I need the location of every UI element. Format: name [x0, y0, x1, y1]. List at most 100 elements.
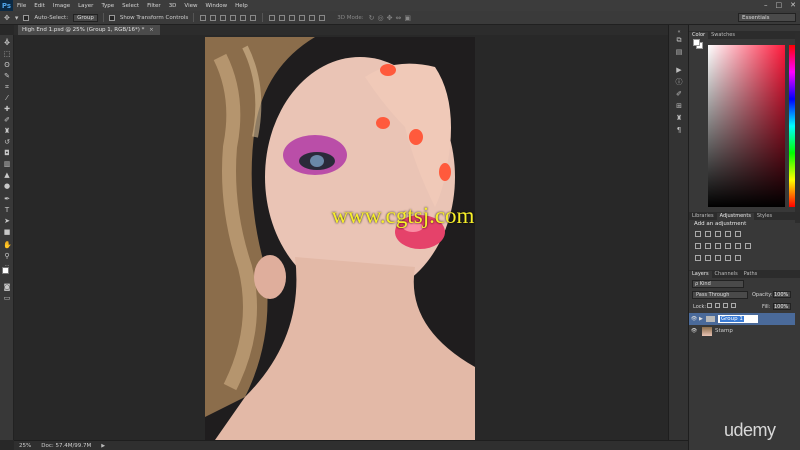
color-balance-icon[interactable]	[705, 243, 711, 249]
distribute-hcenter-icon[interactable]	[309, 14, 316, 21]
eyedropper-tool-icon[interactable]: ⁄	[3, 94, 11, 102]
path-select-tool-icon[interactable]: ➤	[3, 217, 11, 225]
close-tab-icon[interactable]: ×	[149, 27, 154, 33]
lock-position-icon[interactable]	[723, 303, 728, 308]
tab-swatches[interactable]: Swatches	[708, 32, 738, 39]
crop-tool-icon[interactable]: ⌗	[3, 83, 11, 91]
rectangle-tool-icon[interactable]: ■	[3, 228, 11, 236]
tab-styles[interactable]: Styles	[754, 213, 775, 220]
exposure-icon[interactable]	[725, 231, 731, 237]
invert-icon[interactable]	[695, 255, 701, 261]
screen-mode-icon[interactable]: ▭	[3, 294, 11, 302]
gradient-tool-icon[interactable]: ▥	[3, 160, 11, 168]
maximize-button[interactable]: □	[776, 1, 783, 9]
3d-slide-icon[interactable]: ⇔	[395, 14, 401, 22]
menu-select[interactable]: Select	[118, 3, 143, 9]
lock-all-icon[interactable]	[731, 303, 736, 308]
move-tool-icon[interactable]: ✥	[4, 14, 10, 22]
chevron-down-icon[interactable]: ▾	[15, 14, 19, 22]
channel-mixer-icon[interactable]	[735, 243, 741, 249]
dodge-tool-icon[interactable]: ●	[3, 182, 11, 190]
3d-roll-icon[interactable]: ◎	[377, 14, 383, 22]
lasso-tool-icon[interactable]: ʘ	[3, 61, 11, 69]
menu-edit[interactable]: Edit	[30, 3, 49, 9]
quick-select-tool-icon[interactable]: ✎	[3, 72, 11, 80]
color-picker-field[interactable]	[708, 45, 785, 207]
auto-select-checkbox[interactable]	[23, 14, 30, 21]
eye-icon[interactable]: 👁	[689, 328, 699, 334]
layer-name-input[interactable]: Group 1	[717, 315, 758, 323]
hue-saturation-icon[interactable]	[695, 243, 701, 249]
align-left-icon[interactable]	[230, 14, 237, 21]
type-tool-icon[interactable]: T	[3, 206, 11, 214]
tab-paths[interactable]: Paths	[741, 271, 761, 278]
clone-source-icon[interactable]: ♜	[674, 113, 684, 123]
document-tab[interactable]: High End 1.psd @ 25% (Group 1, RGB/16*) …	[18, 25, 160, 35]
menu-filter[interactable]: Filter	[143, 3, 165, 9]
blur-tool-icon[interactable]: ▲	[3, 171, 11, 179]
clone-stamp-tool-icon[interactable]: ♜	[3, 127, 11, 135]
menu-view[interactable]: View	[180, 3, 201, 9]
menu-help[interactable]: Help	[231, 3, 252, 9]
brush-presets-icon[interactable]: ⊞	[674, 101, 684, 111]
panel-scrollbar[interactable]	[795, 33, 800, 223]
move-tool-icon[interactable]: ✥	[3, 39, 11, 47]
3d-drag-icon[interactable]: ✥	[387, 14, 393, 22]
lock-pixels-icon[interactable]	[715, 303, 720, 308]
photo-filter-icon[interactable]	[725, 243, 731, 249]
expand-arrow-icon[interactable]: ▶	[699, 316, 703, 322]
curves-icon[interactable]	[715, 231, 721, 237]
tab-channels[interactable]: Channels	[712, 271, 741, 278]
distribute-left-icon[interactable]	[299, 14, 306, 21]
vibrance-icon[interactable]	[735, 231, 741, 237]
eraser-tool-icon[interactable]: ◘	[3, 149, 11, 157]
quick-mask-icon[interactable]: ◙	[3, 283, 11, 291]
blend-mode-dropdown[interactable]: Pass Through	[692, 291, 748, 299]
menu-layer[interactable]: Layer	[74, 3, 97, 9]
align-top-icon[interactable]	[200, 14, 207, 21]
3d-rotate-icon[interactable]: ↻	[369, 14, 375, 22]
properties-panel-icon[interactable]: ▤	[674, 47, 684, 57]
zoom-tool-icon[interactable]: ⚲	[3, 252, 11, 260]
3d-scale-icon[interactable]: ▣	[404, 14, 411, 22]
layer-filter-dropdown[interactable]: ρ Kind	[692, 280, 744, 288]
layer-row-group-1[interactable]: 👁 ▶ Group 1	[689, 313, 795, 325]
lock-transparent-icon[interactable]	[707, 303, 712, 308]
menu-type[interactable]: Type	[97, 3, 118, 9]
color-lookup-icon[interactable]	[745, 243, 751, 249]
brush-panel-icon[interactable]: ✐	[674, 89, 684, 99]
status-menu-icon[interactable]: ▶	[101, 443, 105, 449]
align-vcenter-icon[interactable]	[210, 14, 217, 21]
menu-image[interactable]: Image	[49, 3, 74, 9]
show-transform-checkbox[interactable]	[108, 14, 115, 21]
selective-color-icon[interactable]	[735, 255, 741, 261]
tab-layers[interactable]: Layers	[689, 271, 712, 278]
distribute-vcenter-icon[interactable]	[279, 14, 286, 21]
brightness-contrast-icon[interactable]	[695, 231, 701, 237]
layer-row-stamp[interactable]: 👁 Stamp	[689, 325, 795, 337]
foreground-color-swatch[interactable]	[2, 267, 9, 274]
levels-icon[interactable]	[705, 231, 711, 237]
actions-panel-icon[interactable]: ▶	[674, 65, 684, 75]
fill-field[interactable]: 100%	[773, 303, 791, 310]
close-window-button[interactable]: ✕	[790, 1, 796, 9]
align-right-icon[interactable]	[250, 14, 257, 21]
info-panel-icon[interactable]: ⓘ	[674, 77, 684, 87]
history-panel-icon[interactable]: ⧉	[674, 35, 684, 45]
distribute-right-icon[interactable]	[319, 14, 326, 21]
tab-adjustments[interactable]: Adjustments	[716, 213, 754, 220]
posterize-icon[interactable]	[705, 255, 711, 261]
pen-tool-icon[interactable]: ✒	[3, 195, 11, 203]
brush-tool-icon[interactable]: ✐	[3, 116, 11, 124]
auto-select-dropdown[interactable]: Group	[73, 13, 98, 22]
distribute-bottom-icon[interactable]	[289, 14, 296, 21]
gradient-map-icon[interactable]	[725, 255, 731, 261]
align-bottom-icon[interactable]	[220, 14, 227, 21]
healing-brush-tool-icon[interactable]: ✚	[3, 105, 11, 113]
canvas-area[interactable]	[14, 35, 688, 440]
black-white-icon[interactable]	[715, 243, 721, 249]
foreground-color-chip[interactable]	[693, 39, 700, 46]
minimize-button[interactable]: –	[764, 1, 768, 9]
threshold-icon[interactable]	[715, 255, 721, 261]
tab-color[interactable]: Color	[689, 32, 709, 39]
